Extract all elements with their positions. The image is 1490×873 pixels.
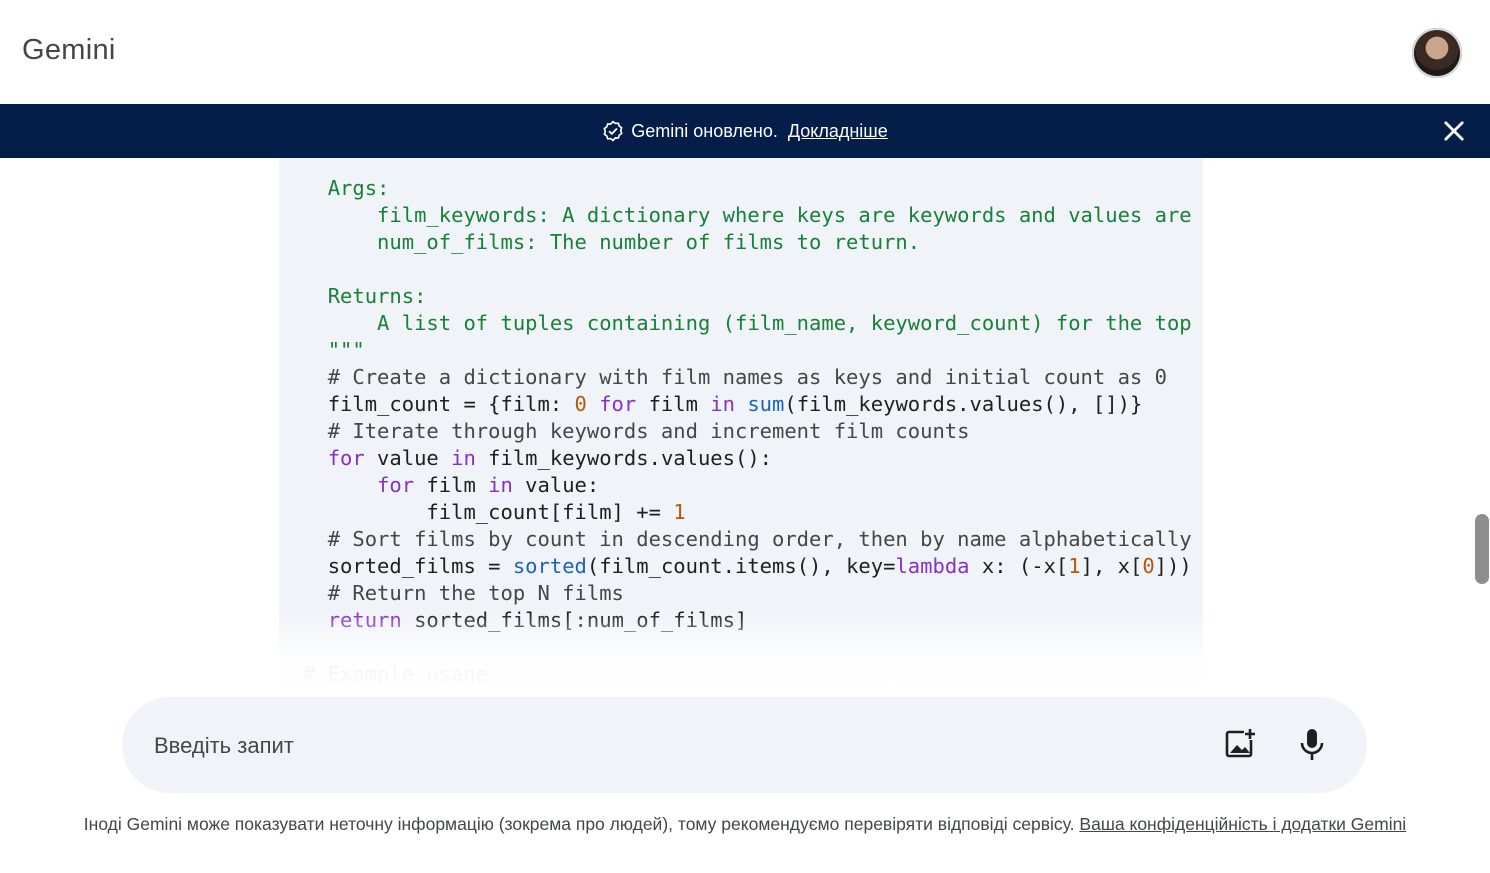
code-line: # Iterate through keywords and increment… <box>303 419 970 443</box>
code-token: # Return the top N films <box>327 581 624 605</box>
code-token: in <box>710 392 735 416</box>
code-line: film_data = { <box>303 689 463 697</box>
code-token: film_data = { <box>303 689 463 697</box>
code-token: in <box>451 446 476 470</box>
code-token: film_keywords: A dictionary where keys a… <box>377 203 1192 227</box>
code-token: in <box>488 473 513 497</box>
code-token: ])) <box>1154 554 1192 578</box>
code-token: return <box>327 608 402 632</box>
code-line: A list of tuples containing (film_name, … <box>303 311 1203 335</box>
code-token: # Example usage <box>303 662 489 686</box>
code-token: 1 <box>673 500 686 524</box>
code-token: # Create a dictionary with film names as… <box>327 365 1167 389</box>
code-token: lambda <box>895 554 970 578</box>
code-line: film_count = {film: 0 for film in sum(fi… <box>303 392 1143 416</box>
code-token: num_of_films: The number of films to ret… <box>327 230 921 254</box>
code-token: (film_count.items(), key= <box>586 554 896 578</box>
code-token: x: (-x[ <box>969 554 1069 578</box>
code-line: # Return the top N films <box>303 581 624 605</box>
code-line: film_count[film] += 1 <box>303 500 686 524</box>
code-token: for <box>327 446 365 470</box>
code-line: # Create a dictionary with film names as… <box>303 365 1167 389</box>
code-token: # Sort films by count in descending orde… <box>327 527 1192 551</box>
code-token: Returns: <box>327 284 427 308</box>
code-line: for value in film_keywords.values(): <box>303 446 772 470</box>
disclaimer-text: Іноді Gemini може показувати неточну інф… <box>83 814 1080 834</box>
code-line: Args: <box>303 176 390 200</box>
scrollbar-thumb[interactable] <box>1475 514 1489 584</box>
prompt-input[interactable] <box>152 725 1156 767</box>
code-token: A list of tuples containing (film_name, … <box>327 311 1203 335</box>
code-token: """ <box>327 338 365 362</box>
code-token: value <box>364 446 452 470</box>
code-token: sorted_films[:num_of_films] <box>401 608 748 632</box>
code-token: sum <box>747 392 785 416</box>
code-token: film_count = {film: <box>327 392 575 416</box>
code-line: for film in value: <box>303 473 599 497</box>
privacy-link[interactable]: Ваша конфіденційність і додатки Gemini <box>1079 814 1406 834</box>
code-content: Args: film_keywords: A dictionary where … <box>303 175 1203 697</box>
code-block: Args: film_keywords: A dictionary where … <box>279 158 1203 697</box>
disclaimer: Іноді Gemini може показувати неточну інф… <box>40 812 1450 836</box>
top-bar: Gemini <box>0 0 1490 104</box>
account-avatar[interactable] <box>1412 28 1462 78</box>
app-title[interactable]: Gemini <box>22 34 116 67</box>
code-line: """ <box>303 338 365 362</box>
code-token: ], x[ <box>1080 554 1143 578</box>
code-token: for <box>377 473 415 497</box>
microphone-icon[interactable] <box>1294 723 1330 765</box>
code-token: (film_keywords.values(), [])} <box>784 392 1143 416</box>
add-image-icon[interactable] <box>1222 723 1258 765</box>
code-token: sorted_films = <box>327 554 513 578</box>
code-line: Returns: <box>303 284 427 308</box>
code-line: film_keywords: A dictionary where keys a… <box>303 203 1203 227</box>
prompt-input-bar <box>122 697 1367 793</box>
code-token: film_count[film] += <box>327 500 674 524</box>
verified-check-icon <box>603 120 623 142</box>
code-token: film <box>636 392 711 416</box>
code-token: film <box>414 473 489 497</box>
code-line: sorted_films = sorted(film_count.items()… <box>303 554 1192 578</box>
code-token: for <box>599 392 637 416</box>
code-line: return sorted_films[:num_of_films] <box>303 608 748 632</box>
banner-message: Gemini оновлено. <box>631 120 778 141</box>
code-line: # Sort films by count in descending orde… <box>303 527 1192 551</box>
code-token: 0 <box>1142 554 1155 578</box>
code-token: 0 <box>574 392 587 416</box>
code-line: # Example usage <box>303 662 488 686</box>
code-token: # Iterate through keywords and increment… <box>327 419 970 443</box>
banner-learn-more-link[interactable]: Докладніше <box>788 121 888 142</box>
code-token: Args: <box>327 176 390 200</box>
code-token: 1 <box>1068 554 1081 578</box>
code-line: num_of_films: The number of films to ret… <box>303 230 920 254</box>
code-token: value: <box>512 473 600 497</box>
update-banner: Gemini оновлено. Докладніше <box>0 104 1490 158</box>
close-icon[interactable] <box>1440 117 1468 145</box>
code-token: film_keywords.values(): <box>475 446 773 470</box>
code-token: sorted <box>512 554 587 578</box>
